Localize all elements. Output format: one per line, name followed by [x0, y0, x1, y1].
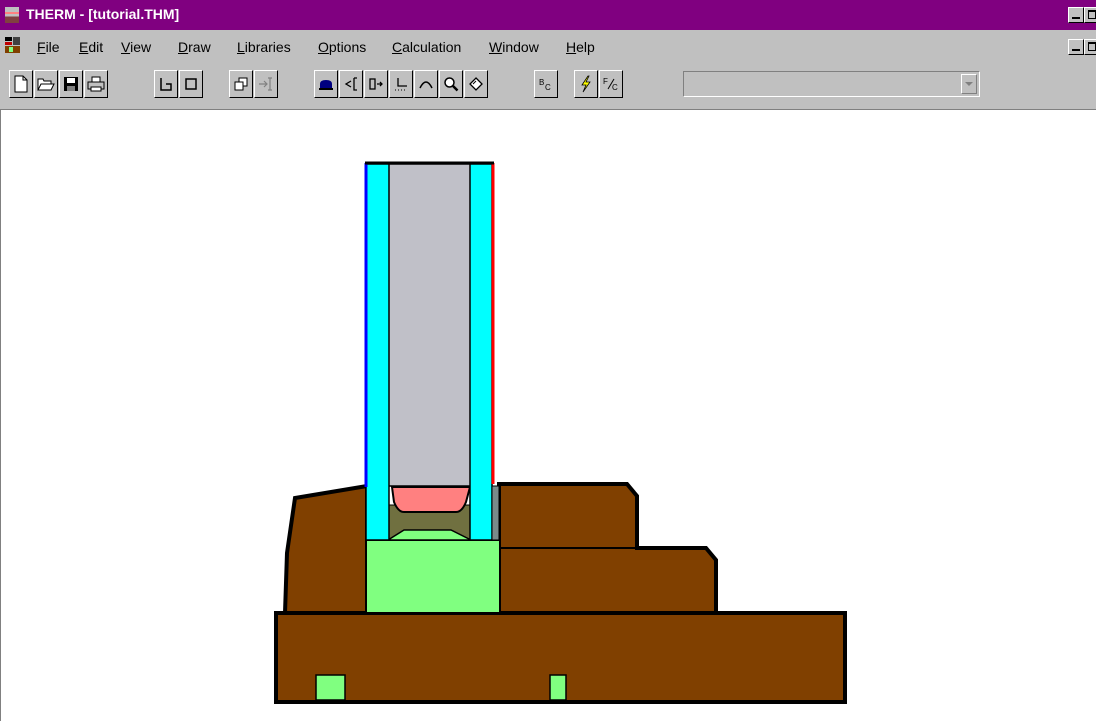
material-combo[interactable]	[683, 71, 980, 97]
thermal-break[interactable]	[365, 539, 501, 614]
therm-app-icon[interactable]	[5, 7, 19, 23]
boundary-condition-icon: B C	[539, 78, 551, 92]
save-button[interactable]	[59, 70, 83, 98]
menu-item-view[interactable]: View	[121, 39, 151, 55]
glazing-right[interactable]	[469, 163, 493, 541]
menu-mnemonic: V	[121, 39, 131, 55]
maximize-button[interactable]	[1084, 7, 1096, 23]
open-button[interactable]	[34, 70, 58, 98]
insert-point-button[interactable]	[339, 70, 363, 98]
menu-mnemonic: D	[178, 39, 189, 55]
menu-label-rest: dit	[88, 39, 104, 55]
rectangle-draw-icon	[185, 78, 197, 90]
gas-fill[interactable]	[387, 163, 473, 487]
calculate-button[interactable]	[574, 70, 598, 98]
restore-icon	[1088, 42, 1096, 51]
menu-label-rest: ibraries	[244, 39, 291, 55]
calculate-icon	[581, 75, 591, 93]
ufactor-icon: F C	[603, 77, 618, 92]
minimize-button[interactable]	[1068, 7, 1084, 23]
menu-item-calculation[interactable]: Calculation	[392, 39, 461, 55]
menu-mnemonic: L	[237, 39, 245, 55]
menu-mnemonic: E	[79, 39, 89, 55]
menu-label-rest: indow	[502, 39, 539, 55]
ufactor-button[interactable]: F C	[599, 70, 623, 98]
glazing-left[interactable]	[365, 163, 390, 541]
menu-item-file[interactable]: File	[37, 39, 60, 55]
svg-text:C: C	[612, 83, 618, 92]
title-bar: THERM - [tutorial.THM]	[0, 0, 1096, 30]
move-point-icon	[369, 78, 383, 90]
rotate-button[interactable]	[464, 70, 488, 98]
svg-text:C: C	[545, 83, 551, 92]
document-icon[interactable]	[4, 36, 22, 54]
mdi-restore-button[interactable]	[1084, 39, 1096, 55]
zoom-button[interactable]	[439, 70, 463, 98]
toolbar: B C F C	[0, 63, 1096, 110]
thermal-pad-right[interactable]	[549, 674, 567, 701]
print-icon	[87, 76, 105, 92]
new-file-button[interactable]	[9, 70, 33, 98]
menu-label-rest: ile	[45, 39, 60, 55]
arc-icon	[419, 81, 433, 89]
menu-item-edit[interactable]: Edit	[79, 39, 103, 55]
boundary-condition-button[interactable]: B C	[534, 70, 558, 98]
canvas-border	[0, 110, 1, 721]
therm-application: THERM - [tutorial.THM] File Edit View Draw L…	[0, 0, 1096, 721]
zoom-icon	[444, 77, 459, 92]
fill-void-button[interactable]	[229, 70, 253, 98]
maximize-icon	[1088, 10, 1096, 19]
menu-label-rest: raw	[188, 39, 211, 55]
menu-bar: File Edit View Draw Libraries Options Calculat…	[0, 30, 1096, 63]
arc-button[interactable]	[414, 70, 438, 98]
new-file-icon	[14, 75, 28, 93]
fill-void-icon	[234, 77, 248, 91]
minimize-icon	[1072, 49, 1080, 51]
menu-item-window[interactable]: Window	[489, 39, 539, 55]
rectangle-draw-button[interactable]	[179, 70, 203, 98]
menu-label-rest: elp	[576, 39, 595, 55]
print-button[interactable]	[84, 70, 108, 98]
frame-left-sash[interactable]	[282, 483, 369, 615]
polygon-draw-button[interactable]	[154, 70, 178, 98]
menu-item-options[interactable]: Options	[318, 39, 366, 55]
menu-item-libraries[interactable]: Libraries	[237, 39, 291, 55]
menu-label-rest: alculation	[402, 39, 462, 55]
locator-icon	[259, 77, 272, 91]
menu-label-rest: iew	[130, 39, 152, 55]
svg-text:B: B	[539, 78, 544, 87]
rotate-icon	[469, 77, 483, 91]
menu-mnemonic: C	[392, 39, 403, 55]
mdi-minimize-button[interactable]	[1068, 39, 1084, 55]
glazing-edge-strip	[491, 485, 500, 541]
menu-mnemonic: H	[566, 39, 577, 55]
move-point-button[interactable]	[364, 70, 388, 98]
menu-label-rest: ptions	[328, 39, 367, 55]
menu-item-draw[interactable]: Draw	[178, 39, 211, 55]
spacer[interactable]	[390, 486, 472, 513]
insert-point-icon	[344, 77, 357, 91]
drawing-canvas[interactable]	[0, 110, 1096, 721]
polygon-draw-icon	[160, 78, 172, 91]
material-fill-button[interactable]	[314, 70, 338, 98]
save-icon	[64, 77, 78, 91]
menu-mnemonic: W	[489, 39, 503, 55]
svg-text:F: F	[603, 77, 608, 86]
dimension-icon	[395, 78, 407, 91]
minimize-icon	[1072, 17, 1080, 19]
cross-section-drawing[interactable]	[0, 110, 1096, 721]
material-fill-icon	[319, 80, 333, 90]
menu-item-help[interactable]: Help	[566, 39, 595, 55]
chevron-down-icon[interactable]	[961, 74, 977, 94]
open-folder-icon	[37, 78, 55, 91]
menu-mnemonic: F	[37, 39, 46, 55]
menu-mnemonic: O	[318, 39, 329, 55]
dimension-button[interactable]	[389, 70, 413, 98]
thermal-pad-left[interactable]	[315, 674, 346, 701]
window-title: THERM - [tutorial.THM]	[26, 6, 180, 22]
locator-button[interactable]	[254, 70, 278, 98]
